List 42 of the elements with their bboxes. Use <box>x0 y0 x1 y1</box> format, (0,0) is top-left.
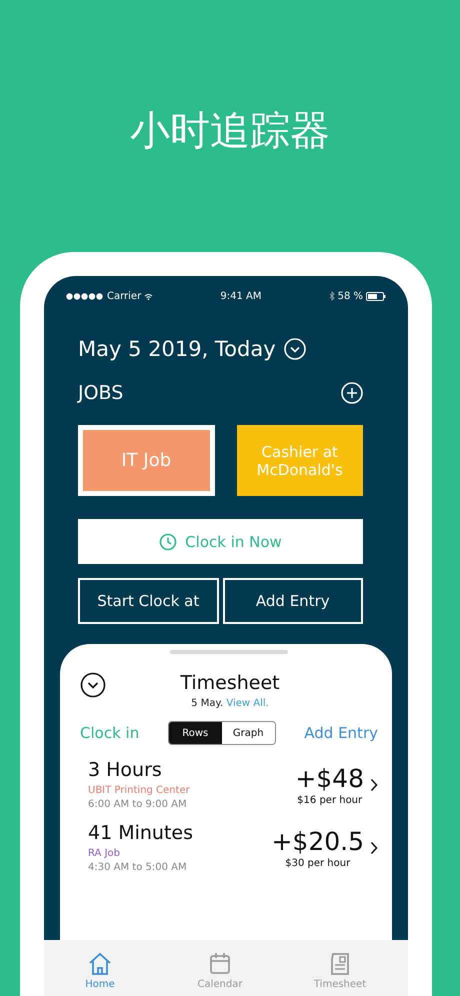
panel-title: Timesheet <box>180 672 280 694</box>
battery-percent: 58 % <box>338 290 363 302</box>
add-entry-link[interactable]: Add Entry <box>304 724 378 742</box>
tab-item[interactable]: Timesheet <box>292 940 388 996</box>
panel-subtitle: 5 May. View All. <box>191 698 269 709</box>
entry-time: 6:00 AM to 9:00 AM <box>88 799 188 810</box>
entry-time: 4:30 AM to 5:00 AM <box>88 862 188 873</box>
entry-rate: $30 per hour <box>285 858 350 868</box>
clock-icon <box>159 532 178 550</box>
outline-button[interactable]: Start Clock at <box>78 578 218 624</box>
entry-rate: $16 per hour <box>297 794 362 806</box>
battery-icon <box>366 292 386 300</box>
tab-item[interactable]: Calendar <box>172 940 268 996</box>
clock-in-link[interactable]: Clock in <box>80 724 140 742</box>
date-title: May 5 2019, Today <box>78 337 276 361</box>
chevron-right-icon[interactable] <box>370 840 378 854</box>
chevron-down-icon[interactable] <box>80 672 106 698</box>
carrier-label: Carrier <box>107 290 142 302</box>
tab-item[interactable]: Home <box>52 940 148 996</box>
entry-job: UBIT Printing Center <box>88 785 191 796</box>
entry-duration: 41 Minutes <box>88 822 194 844</box>
add-icon[interactable] <box>341 382 363 404</box>
entry-amount: +$48 <box>295 764 364 792</box>
segment-tab[interactable]: Rows <box>168 722 222 744</box>
entry-job: RA Job <box>88 848 121 859</box>
entry-duration: 3 Hours <box>88 759 163 781</box>
outline-button[interactable]: Add Entry <box>222 578 363 624</box>
section-title: JOBS <box>78 382 124 404</box>
signal-icon <box>66 292 104 300</box>
job-tile[interactable]: Cashier at McDonald's <box>236 425 363 496</box>
calendar-icon <box>207 951 233 977</box>
wifi-icon <box>144 292 154 300</box>
job-tile[interactable]: IT Job <box>78 425 214 496</box>
chevron-right-icon[interactable] <box>370 778 378 792</box>
drag-handle[interactable] <box>170 650 288 654</box>
headline: 小时追踪器 <box>130 107 330 156</box>
bluetooth-icon <box>328 291 335 301</box>
view-all-link[interactable]: View All. <box>226 698 269 709</box>
clock-in-button[interactable]: Clock in Now <box>78 519 363 564</box>
status-time: 9:41 AM <box>220 290 262 302</box>
home-icon <box>87 951 113 977</box>
entry-amount: +$20.5 <box>271 826 364 856</box>
